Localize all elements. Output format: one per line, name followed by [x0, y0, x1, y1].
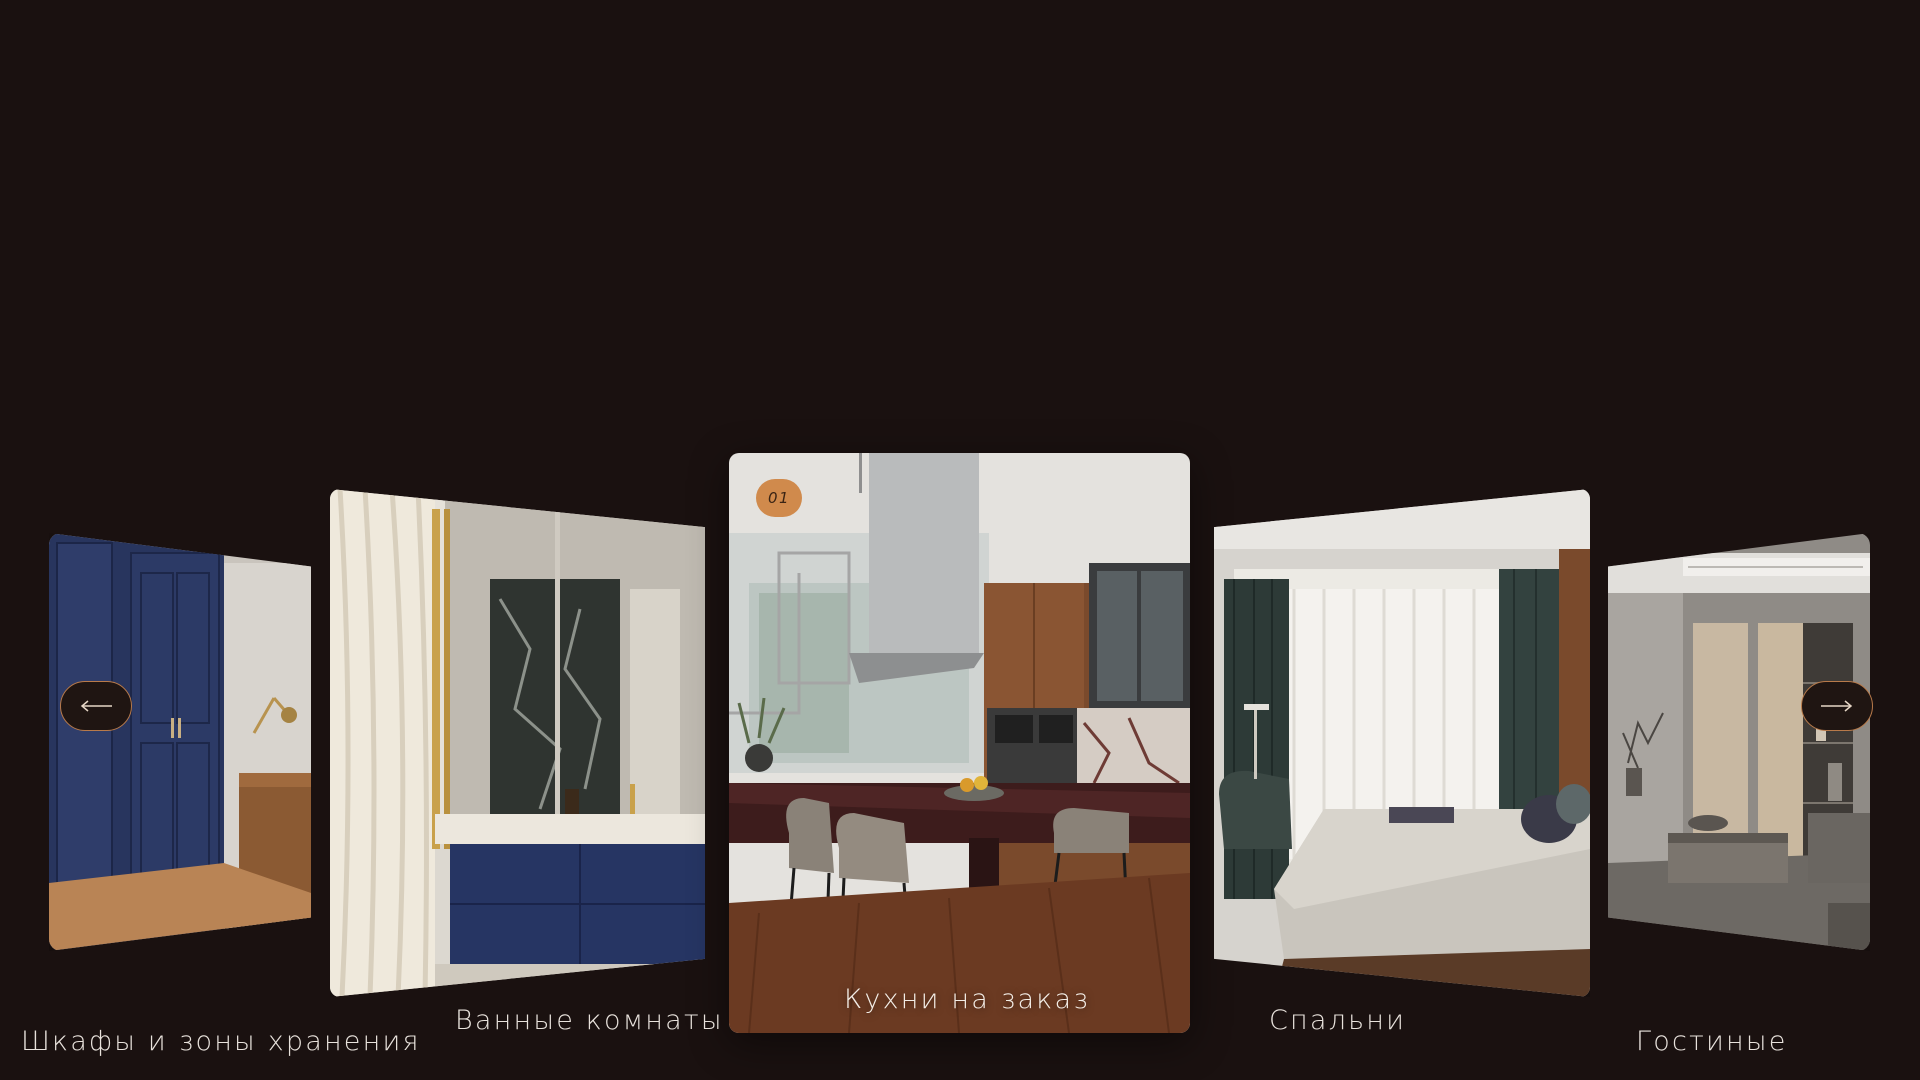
slide-caption-living-rooms[interactable]: Гостиные — [1636, 1026, 1788, 1057]
living-room-photo — [1608, 533, 1870, 951]
kitchen-photo — [729, 453, 1190, 1033]
slide-kitchens[interactable] — [729, 453, 1190, 1033]
bathroom-photo — [330, 489, 705, 997]
slide-caption-bathrooms[interactable]: Ванные комнаты — [455, 1005, 724, 1036]
slide-caption-bedrooms[interactable]: Спальни — [1269, 1005, 1406, 1036]
arrow-left-icon — [80, 700, 112, 712]
carousel-prev-button[interactable] — [60, 681, 132, 731]
slide-bathrooms[interactable] — [330, 489, 705, 997]
slide-bedrooms[interactable] — [1214, 489, 1590, 997]
slide-living-rooms[interactable] — [1608, 533, 1870, 951]
active-slide-number-badge: 01 — [756, 479, 802, 517]
projects-carousel: 01 Шкафы и зоны хранения Ванные комнаты … — [0, 0, 1920, 1080]
active-slide-number: 01 — [767, 489, 791, 507]
carousel-next-button[interactable] — [1801, 681, 1873, 731]
wardrobe-photo — [49, 533, 311, 951]
arrow-right-icon — [1821, 700, 1853, 712]
bedroom-photo — [1214, 489, 1590, 997]
slide-caption-kitchens[interactable]: Кухни на заказ — [844, 984, 1090, 1015]
slide-wardrobes[interactable] — [49, 533, 311, 951]
slide-caption-wardrobes[interactable]: Шкафы и зоны хранения — [21, 1026, 421, 1057]
